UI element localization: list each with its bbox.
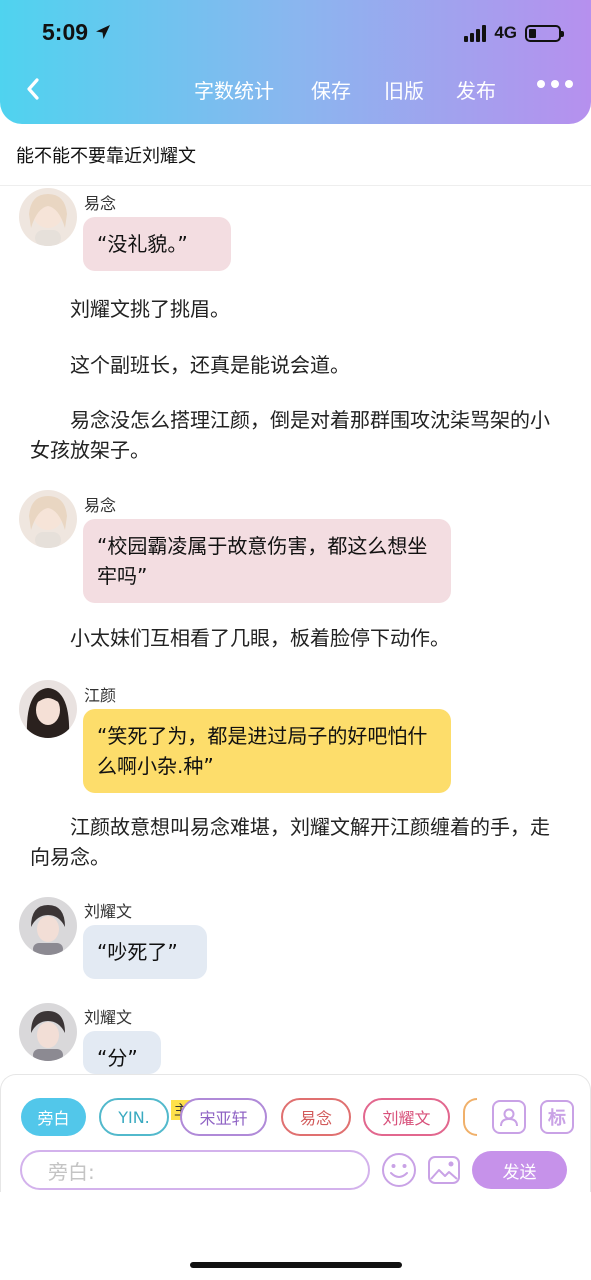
dialogue-bubble[interactable]: “分” — [83, 1031, 161, 1074]
role-chip-songyaxuan[interactable]: 宋亚轩 — [180, 1098, 267, 1136]
save-button[interactable]: 保存 — [311, 75, 351, 104]
narration-text[interactable]: 刘耀文挑了挑眉。 — [30, 294, 565, 324]
role-chip-yin[interactable]: YIN. — [99, 1098, 169, 1136]
role-chip-liuyaowen[interactable]: 刘耀文 — [363, 1098, 450, 1136]
chevron-left-icon — [27, 78, 39, 100]
nav-save[interactable]: 保存 — [311, 72, 351, 106]
tag-button[interactable]: 标 — [540, 1100, 574, 1134]
speaker-name: 刘耀文 — [84, 1008, 133, 1027]
word-count-button[interactable]: 字数统计 — [194, 75, 274, 104]
message-input[interactable]: 旁白: — [20, 1150, 370, 1190]
narration-text[interactable]: 小太妹们互相看了几眼，板着脸停下动作。 — [30, 623, 565, 653]
back-button[interactable] — [16, 72, 50, 106]
avatar-yinian[interactable] — [19, 188, 77, 246]
send-button[interactable]: 发送 — [472, 1151, 567, 1189]
dialogue-bubble[interactable]: “校园霸凌属于故意伤害，都这么想坐牢吗” — [83, 519, 451, 603]
character-manager-icon[interactable] — [492, 1100, 526, 1134]
network-type: 4G — [494, 23, 517, 42]
top-bar: 5:09 4G 字数统计 保存 旧版 发布 — [0, 0, 591, 124]
status-time: 5:09 — [42, 16, 112, 48]
speaker-name: 刘耀文 — [84, 902, 133, 921]
emoji-icon[interactable] — [381, 1152, 417, 1188]
dialogue-bubble[interactable]: “吵死了” — [83, 925, 207, 979]
role-chip-narrator[interactable]: 旁白 — [21, 1098, 86, 1136]
avatar-yinian[interactable] — [19, 490, 77, 548]
speaker-name: 易念 — [84, 194, 117, 213]
nav-old-version[interactable]: 旧版 — [384, 72, 424, 106]
narration-text[interactable]: 易念没怎么搭理江颜，倒是对着那群围攻沈柒骂架的小女孩放架子。 — [30, 405, 565, 465]
nav-publish[interactable]: 发布 — [456, 72, 496, 106]
location-arrow-icon — [96, 25, 111, 39]
status-indicators: 4G — [464, 20, 564, 46]
narration-text[interactable]: 江颜故意想叫易念难堪，刘耀文解开江颜缠着的手，走向易念。 — [30, 812, 565, 872]
old-version-button[interactable]: 旧版 — [384, 75, 424, 104]
narration-text[interactable]: 这个副班长，还真是能说会道。 — [30, 350, 565, 380]
publish-button[interactable]: 发布 — [456, 75, 496, 104]
chapter-title[interactable]: 能不能不要靠近刘耀文 — [16, 142, 196, 168]
dialogue-bubble[interactable]: “笑死了为，都是进过局子的好吧怕什么啊小杂.种” — [83, 709, 451, 793]
role-chip-partial[interactable] — [463, 1098, 477, 1136]
dialogue-bubble[interactable]: “没礼貌。” — [83, 217, 231, 271]
home-indicator[interactable] — [190, 1262, 402, 1268]
avatar-liuyaowen[interactable] — [19, 1003, 77, 1061]
speaker-name: 易念 — [84, 496, 117, 515]
divider — [0, 185, 591, 186]
image-icon[interactable] — [426, 1152, 462, 1188]
nav-word-count[interactable]: 字数统计 — [194, 72, 274, 106]
battery-icon — [525, 24, 564, 42]
role-chip-yinian[interactable]: 易念 — [281, 1098, 351, 1136]
more-options-icon[interactable] — [537, 80, 573, 88]
avatar-liuyaowen[interactable] — [19, 897, 77, 955]
speaker-name: 江颜 — [84, 686, 117, 705]
avatar-jiangyan[interactable] — [19, 680, 77, 738]
cellular-signal-icon — [464, 24, 487, 42]
